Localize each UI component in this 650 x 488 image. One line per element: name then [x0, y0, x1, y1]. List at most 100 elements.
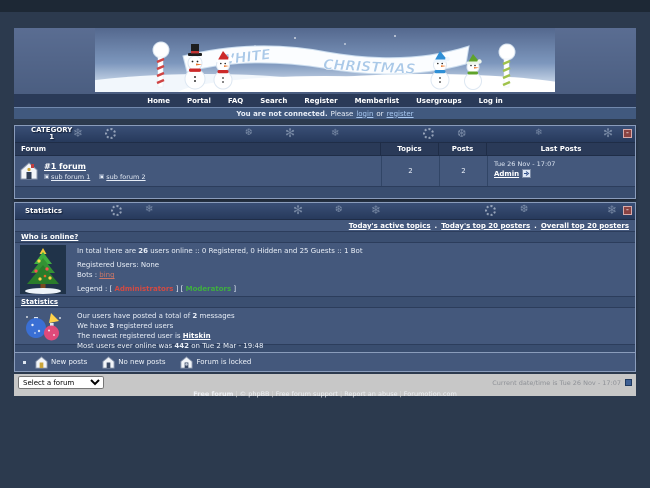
forumotion-link[interactable]: Forumotion.com	[404, 390, 457, 398]
posts-count: 2	[439, 156, 487, 186]
bot-link[interactable]: bing	[99, 271, 114, 279]
forum-support-link[interactable]: Free forum support	[276, 390, 338, 398]
stats-subheader: Statistics	[15, 296, 635, 308]
subforum-link[interactable]: sub forum 1	[51, 173, 90, 181]
status-please: Please	[331, 110, 354, 118]
top-posters-today-link[interactable]: Today's top 20 posters	[441, 222, 530, 230]
category-title: CATEGORY 1	[31, 127, 72, 141]
newest-member-link[interactable]: Hitskin	[183, 332, 211, 340]
snowflake-icon: ❆	[520, 204, 528, 215]
phpbb-link[interactable]: © phpBB	[240, 390, 270, 398]
statistics-image-cell	[15, 308, 71, 344]
forum-row: #1 forum sub forum 1 sub forum 2 2 2	[15, 156, 635, 186]
post-legend-bar: New posts No new posts Forum is locked	[14, 352, 636, 372]
forum-table-header: Forum Topics Posts Last Posts	[15, 143, 635, 156]
header-banner: WHITE CHRISTMAS	[14, 28, 636, 94]
login-link[interactable]: login	[356, 110, 373, 118]
christmas-tree-image	[20, 245, 66, 294]
legend-administrators-link[interactable]: Administrators	[115, 285, 174, 293]
bots-label: Bots :	[77, 271, 97, 279]
top-posters-overall-link[interactable]: Overall top 20 posters	[541, 222, 629, 230]
column-topics: Topics	[380, 143, 438, 155]
column-last-posts: Last Posts	[486, 143, 635, 155]
who-is-online-row: In total there are 26 users online :: 0 …	[15, 243, 635, 296]
snowflake-icon: ✻	[293, 203, 303, 217]
snowflake-icon: ❆	[245, 128, 253, 138]
subforum-item: sub forum 1	[44, 173, 90, 181]
snowflake-icon: ❄	[331, 128, 339, 139]
current-datetime: Current date/time is Tue 26 Nov - 17:07	[492, 379, 621, 387]
legend-no-new-posts: No new posts	[102, 356, 165, 369]
wreath-icon	[423, 128, 434, 139]
subforum-bullet-icon	[44, 174, 49, 179]
legend-new-posts: New posts	[35, 356, 87, 369]
footer-corner-icon	[625, 379, 632, 386]
forum-page: WHITE CHRISTMAS	[0, 0, 650, 488]
online-count: 26	[138, 247, 148, 255]
forum-title-block: #1 forum sub forum 1 sub forum 2	[44, 162, 146, 181]
table-footer-spacer	[15, 186, 635, 198]
new-posts-icon	[35, 356, 48, 369]
last-post-date: Tue 26 Nov - 17:07	[494, 160, 555, 168]
subforum-item: sub forum 2	[99, 173, 145, 181]
wreath-icon	[111, 205, 122, 216]
nav-register[interactable]: Register	[304, 97, 337, 105]
snowflake-icon: ❄	[371, 203, 381, 217]
who-is-online-link[interactable]: Who is online?	[21, 233, 78, 241]
page-footer: Select a forum Current date/time is Tue …	[14, 374, 636, 396]
report-abuse-link[interactable]: Report an abuse	[344, 390, 397, 398]
forum-locked-icon	[180, 356, 193, 369]
wreath-icon	[105, 128, 116, 139]
collapse-category-button[interactable]: -	[623, 129, 632, 138]
legend-bullet-icon	[23, 361, 26, 364]
nav-memberlist[interactable]: Memberlist	[355, 97, 400, 105]
collapse-statistics-button[interactable]: -	[623, 206, 632, 215]
register-link[interactable]: register	[387, 110, 414, 118]
statistics-text: Our users have posted a total of 2 messa…	[71, 308, 635, 344]
connection-status-bar: You are not connected. Please login or r…	[14, 107, 636, 119]
legend-line: Legend : [ Administrators ] [ Moderators…	[77, 285, 629, 293]
snowflake-icon: ❄	[535, 128, 543, 138]
nav-home[interactable]: Home	[147, 97, 170, 105]
nav-portal[interactable]: Portal	[187, 97, 211, 105]
topics-count: 2	[381, 156, 439, 186]
snowflake-icon: ✻	[603, 126, 613, 140]
statistics-detail-link[interactable]: Statistics	[21, 298, 58, 306]
who-is-online-header: Who is online?	[15, 231, 635, 243]
statistics-links-row: Today's active topics . Today's top 20 p…	[15, 220, 635, 231]
forum-status-icon	[19, 161, 39, 181]
free-forum-link[interactable]: Free forum	[193, 390, 233, 398]
legend-moderators-link[interactable]: Moderators	[186, 285, 231, 293]
subforum-link[interactable]: sub forum 2	[106, 173, 145, 181]
main-navigation: Home Portal FAQ Search Register Memberli…	[14, 94, 636, 107]
wreath-icon	[485, 205, 496, 216]
subforum-bullet-icon	[99, 174, 104, 179]
statistics-title: Statistics	[25, 207, 62, 215]
nav-search[interactable]: Search	[260, 97, 287, 105]
statistics-box: ❄ ✻ ❆ ❄ ❆ ❄ Statistics - Today's active …	[14, 202, 636, 358]
link-separator: .	[534, 222, 537, 230]
column-forum: Forum	[15, 145, 380, 153]
footer-links: Free forum|© phpBB|Free forum support|Re…	[18, 390, 632, 398]
nav-faq[interactable]: FAQ	[228, 97, 243, 105]
forum-link[interactable]: #1 forum	[44, 162, 86, 171]
category-header-bar: ❄ ❆ ✻ ❄ ❆ ❄ ✻ CATEGORY 1 -	[15, 126, 635, 143]
snowflake-icon: ❄	[145, 204, 153, 215]
last-post-author-link[interactable]: Admin	[494, 170, 519, 178]
forum-jump-select[interactable]: Select a forum	[18, 376, 104, 389]
snowflake-icon: ✻	[285, 126, 295, 140]
record-online: 442	[174, 342, 189, 350]
active-topics-link[interactable]: Today's active topics	[349, 222, 431, 230]
forum-cell: #1 forum sub forum 1 sub forum 2	[15, 156, 381, 186]
snowflake-icon: ❆	[457, 127, 466, 140]
column-posts: Posts	[438, 143, 486, 155]
registered-users-line: Registered Users: None	[77, 261, 629, 269]
who-is-online-text: In total there are 26 users online :: 0 …	[71, 243, 635, 296]
snowflake-icon: ❆	[335, 205, 343, 215]
nav-login[interactable]: Log in	[479, 97, 503, 105]
last-post-cell: Tue 26 Nov - 17:07 Admin	[487, 156, 635, 186]
goto-last-post-icon[interactable]	[522, 169, 531, 178]
nav-usergroups[interactable]: Usergroups	[416, 97, 461, 105]
statistics-row: Our users have posted a total of 2 messa…	[15, 308, 635, 344]
status-text: You are not connected.	[236, 110, 327, 118]
